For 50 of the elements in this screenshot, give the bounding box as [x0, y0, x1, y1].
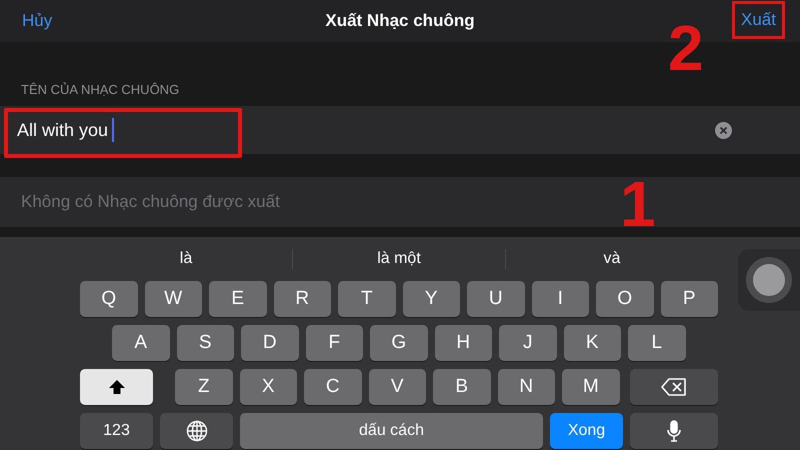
suggestion[interactable]: là một — [293, 250, 505, 268]
letter-key[interactable]: E — [209, 281, 266, 317]
letter-key[interactable]: B — [433, 369, 490, 405]
suggestion[interactable]: và — [506, 250, 718, 268]
done-button[interactable]: Xong — [550, 413, 623, 449]
letter-key[interactable]: K — [564, 325, 621, 361]
numbers-key[interactable]: 123 — [80, 413, 153, 449]
microphone-icon — [667, 420, 681, 442]
letter-key[interactable]: O — [596, 281, 654, 317]
letter-key[interactable]: A — [112, 325, 170, 361]
letter-key[interactable]: M — [562, 369, 620, 405]
name-field[interactable]: All with you — [17, 118, 114, 142]
export-link[interactable]: Xuất — [732, 1, 785, 39]
delete-key[interactable] — [630, 369, 718, 405]
letter-key[interactable]: C — [304, 369, 362, 405]
letter-key[interactable]: Q — [80, 281, 138, 317]
letter-key[interactable]: S — [176, 325, 234, 361]
letter-key[interactable]: N — [498, 369, 555, 405]
globe-icon — [186, 420, 208, 442]
letter-key[interactable]: T — [338, 281, 396, 317]
microphone-key[interactable] — [630, 413, 718, 449]
cancel-link[interactable]: Hủy — [20, 7, 54, 35]
shift-arrow-icon — [108, 379, 126, 395]
space-bar[interactable]: dấu cách — [240, 413, 543, 449]
shift-key[interactable] — [80, 369, 153, 405]
backspace-icon — [660, 378, 686, 396]
section-header: TÊN CỦA NHẠC CHUÔNG — [20, 82, 180, 97]
letter-key[interactable]: Z — [175, 369, 232, 405]
letter-key[interactable]: X — [240, 369, 297, 405]
letter-key[interactable]: G — [370, 325, 428, 361]
letter-key[interactable]: V — [368, 369, 426, 405]
letter-key[interactable]: D — [241, 325, 298, 361]
step-number: 1 — [620, 172, 656, 236]
letter-key[interactable]: P — [660, 281, 718, 317]
letter-key[interactable]: F — [306, 325, 363, 361]
letter-key[interactable]: Y — [402, 281, 460, 317]
letter-key[interactable]: I — [532, 281, 589, 317]
letter-key[interactable]: W — [144, 281, 202, 317]
suggestion[interactable]: là — [80, 250, 292, 268]
letter-key[interactable]: H — [434, 325, 492, 361]
letter-key[interactable]: U — [467, 281, 524, 317]
assistive-touch-button[interactable] — [738, 249, 800, 311]
step-number: 2 — [668, 16, 704, 80]
letter-key[interactable]: L — [628, 325, 686, 361]
status-text: Không có Nhạc chuông được xuất — [21, 192, 280, 212]
clear-icon[interactable] — [715, 122, 732, 138]
globe-key[interactable] — [160, 413, 233, 449]
letter-key[interactable]: J — [499, 325, 556, 361]
letter-key[interactable]: R — [274, 281, 331, 317]
screen-title: Xuất Nhạc chuông — [325, 11, 475, 31]
